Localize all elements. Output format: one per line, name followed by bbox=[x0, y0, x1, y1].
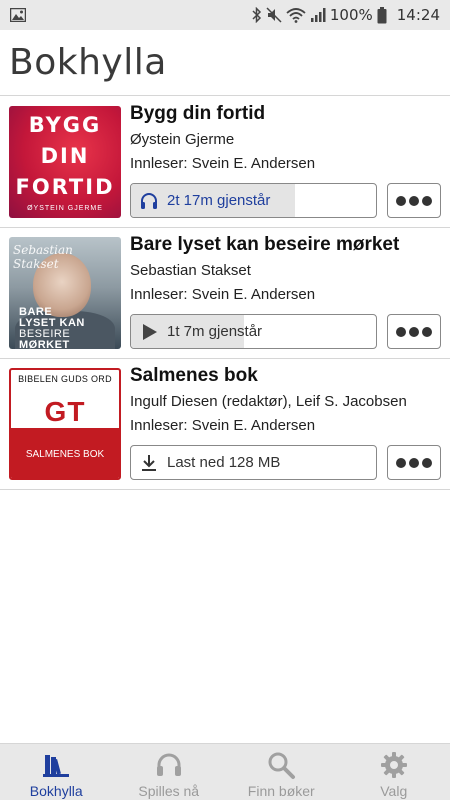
book-cover[interactable]: BIBELEN GUDS ORD GT SALMENES BOK bbox=[9, 368, 121, 480]
download-button[interactable]: Last ned 128 MB bbox=[130, 445, 377, 480]
book-narrator: Innleser: Svein E. Andersen bbox=[130, 155, 316, 172]
search-icon bbox=[265, 749, 297, 781]
mute-icon bbox=[266, 7, 282, 23]
cover-title-line: DIN bbox=[40, 144, 90, 168]
remaining-time-label: 2t 17m gjenstår bbox=[167, 192, 271, 209]
dot bbox=[422, 195, 432, 206]
more-options-button[interactable] bbox=[387, 445, 441, 480]
dot bbox=[409, 326, 419, 337]
book-narrator: Innleser: Svein E. Andersen bbox=[130, 417, 316, 434]
cover-title-line: BYGG bbox=[28, 113, 102, 137]
wifi-icon bbox=[286, 7, 306, 23]
list-item[interactable]: BIBELEN GUDS ORD GT SALMENES BOK Salmene… bbox=[0, 359, 450, 490]
cover-signature: Sebastian Stakset bbox=[13, 243, 73, 271]
continue-listening-button[interactable]: 2t 17m gjenstår bbox=[130, 183, 377, 218]
dot bbox=[409, 457, 419, 468]
page-title: Bokhylla bbox=[9, 42, 167, 83]
nav-label: Spilles nå bbox=[138, 783, 200, 799]
signal-icon bbox=[310, 7, 326, 23]
book-list: BYGG DIN FORTID ØYSTEIN GJERME Bygg din … bbox=[0, 97, 450, 490]
bottom-navigation: Bokhylla Spilles nå Finn bøker Valg bbox=[0, 743, 450, 800]
list-item[interactable]: BYGG DIN FORTID ØYSTEIN GJERME Bygg din … bbox=[0, 97, 450, 228]
dot bbox=[409, 195, 419, 206]
play-button[interactable]: 1t 7m gjenstår bbox=[130, 314, 377, 349]
nav-item-bokhylla[interactable]: Bokhylla bbox=[0, 744, 113, 800]
nav-item-finn-boker[interactable]: Finn bøker bbox=[225, 744, 338, 800]
dot bbox=[396, 195, 406, 206]
book-cover[interactable]: BYGG DIN FORTID ØYSTEIN GJERME bbox=[9, 106, 121, 218]
dot bbox=[422, 326, 432, 337]
bluetooth-icon bbox=[252, 7, 262, 23]
dot bbox=[396, 326, 406, 337]
nav-item-valg[interactable]: Valg bbox=[338, 744, 450, 800]
book-author: Sebastian Stakset bbox=[130, 262, 251, 279]
cover-title-line: MØRKET bbox=[19, 339, 70, 350]
remaining-time-label: 1t 7m gjenstår bbox=[167, 323, 263, 340]
book-narrator: Innleser: Svein E. Andersen bbox=[130, 286, 316, 303]
nav-label: Bokhylla bbox=[29, 783, 83, 799]
nav-item-spilles-na[interactable]: Spilles nå bbox=[113, 744, 226, 800]
headphones-icon bbox=[153, 749, 185, 781]
more-options-button[interactable] bbox=[387, 183, 441, 218]
download-icon bbox=[139, 453, 159, 473]
cover-title: BARE LYSET KAN BESEIRE MØRKET bbox=[19, 307, 85, 350]
gear-icon bbox=[378, 749, 410, 781]
play-icon bbox=[139, 322, 159, 342]
dot bbox=[396, 457, 406, 468]
cover-title-line: FORTID bbox=[15, 175, 115, 199]
list-item[interactable]: Sebastian Stakset BARE LYSET KAN BESEIRE… bbox=[0, 228, 450, 359]
book-title: Salmenes bok bbox=[130, 365, 258, 386]
app-header: Bokhylla bbox=[0, 30, 450, 96]
book-author: Øystein Gjerme bbox=[130, 131, 235, 148]
headphones-icon bbox=[139, 191, 159, 211]
clock: 14:24 bbox=[396, 6, 440, 24]
dot bbox=[422, 457, 432, 468]
nav-label: Valg bbox=[380, 783, 408, 799]
cover-author: ØYSTEIN GJERME bbox=[27, 205, 103, 212]
download-label: Last ned 128 MB bbox=[167, 454, 281, 471]
cover-series: BIBELEN GUDS ORD bbox=[18, 374, 112, 384]
bookshelf-icon bbox=[40, 749, 72, 781]
book-title: Bygg din fortid bbox=[130, 103, 266, 124]
book-author: Ingulf Diesen (redaktør), Leif S. Jacobs… bbox=[130, 393, 407, 410]
battery-icon bbox=[377, 6, 387, 24]
image-icon bbox=[10, 8, 26, 22]
cover-subtitle: SALMENES BOK bbox=[11, 428, 119, 478]
book-cover[interactable]: Sebastian Stakset BARE LYSET KAN BESEIRE… bbox=[9, 237, 121, 349]
cover-title: GT bbox=[44, 396, 86, 427]
book-title: Bare lyset kan beseire mørket bbox=[130, 234, 400, 255]
nav-label: Finn bøker bbox=[247, 783, 315, 799]
status-bar: 100% 14:24 bbox=[0, 0, 450, 30]
more-options-button[interactable] bbox=[387, 314, 441, 349]
battery-percent: 100% bbox=[329, 6, 373, 24]
